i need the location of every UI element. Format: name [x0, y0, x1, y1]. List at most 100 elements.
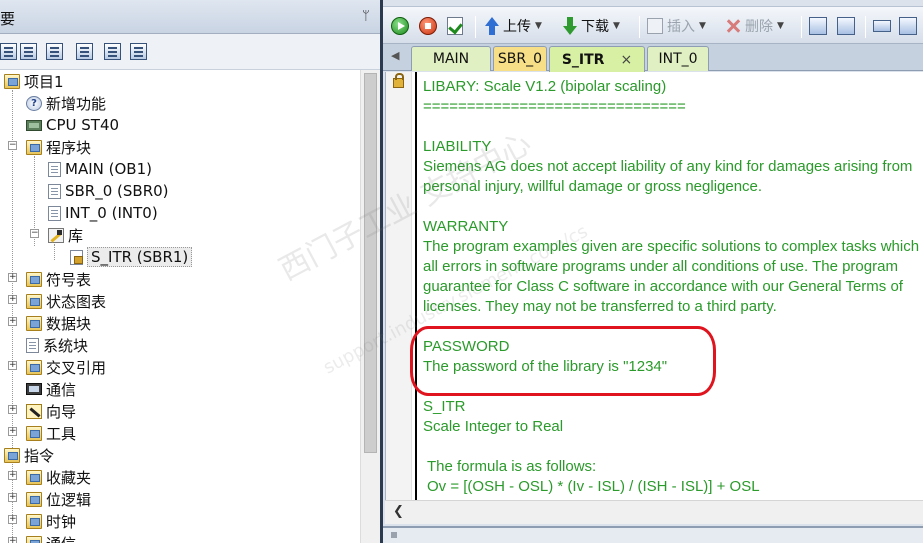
network-monitor-icon [26, 383, 42, 395]
window-button[interactable] [873, 13, 891, 39]
comment-line: The formula is as follows: [427, 458, 597, 475]
clock-icon [26, 513, 42, 529]
folder-icon [26, 491, 42, 507]
tree-item-int0[interactable]: INT_0 (INT0) [48, 202, 158, 224]
collapse-icon[interactable]: − [30, 229, 39, 238]
chevron-down-icon[interactable]: ▼ [777, 21, 784, 31]
close-icon[interactable]: × [620, 52, 632, 68]
tree-item-main[interactable]: MAIN (OB1) [48, 158, 152, 180]
password-highlight-annotation [410, 326, 716, 396]
tree-item-new-features[interactable]: ? 新增功能 [26, 92, 106, 114]
program-page-icon [48, 161, 61, 177]
tree-item-bit-logic[interactable]: 位逻辑 [26, 488, 91, 510]
program-page-icon [48, 183, 61, 199]
pin-icon[interactable]: ᛘ [362, 9, 370, 24]
comment-line: LIBARY: Scale V1.2 (bipolar scaling) [423, 78, 667, 95]
comment-line: Siemens AG does not accept liability of … [423, 158, 913, 175]
network-view-button[interactable] [837, 13, 855, 39]
tree-item-cross-ref[interactable]: 交叉引用 [26, 356, 106, 378]
tree-item-wizard[interactable]: 向导 [26, 400, 76, 422]
program-page-icon [48, 205, 61, 221]
split-button[interactable] [899, 13, 917, 39]
tree-item-instructions[interactable]: 指令 [4, 444, 54, 466]
tree-item-communication[interactable]: 通信 [26, 378, 76, 400]
expand-icon[interactable]: + [8, 295, 17, 304]
document-icon[interactable] [76, 43, 93, 60]
bottom-panel-header [383, 526, 923, 543]
comment-line: LIABILITY [423, 138, 492, 155]
expand-icon[interactable]: + [8, 405, 17, 414]
chevron-down-icon[interactable]: ▼ [535, 21, 542, 31]
tree-item-data-block[interactable]: 数据块 [26, 312, 91, 334]
tree-item-cpu[interactable]: CPU ST40 [26, 114, 119, 136]
tree-item-project[interactable]: 项目1 [4, 70, 64, 92]
editor-horizontal-scrollbar[interactable]: ❮ [385, 500, 923, 524]
folder-icon [26, 535, 42, 543]
folder-icon [26, 359, 42, 375]
network-button[interactable] [809, 13, 827, 39]
split-icon [899, 17, 917, 35]
editor-panel: 上传 ▼ 下载 ▼ 插入 ▼ 删除 ▼ ◀ MAIN SBR_0 S_ITR ×… [383, 0, 923, 543]
project-tree-panel: 要 ᛘ 项目1 ? 新增功能 CPU ST40 − 程序块 MAIN (OB1)… [0, 0, 380, 543]
table-icon[interactable] [46, 43, 63, 60]
tree-item-status-chart[interactable]: 状态图表 [26, 290, 106, 312]
tree-item-tools[interactable]: 工具 [26, 422, 76, 444]
chevron-down-icon[interactable]: ▼ [699, 21, 706, 31]
comment-line: Scale Integer to Real [423, 418, 564, 435]
tab-sbr0[interactable]: SBR_0 [493, 46, 547, 71]
code-editor[interactable]: LIBARY: Scale V1.2 (bipolar scaling) ===… [385, 72, 923, 500]
project-tree: 项目1 ? 新增功能 CPU ST40 − 程序块 MAIN (OB1) SBR… [0, 70, 360, 543]
comment-line: WARRANTY [423, 218, 509, 235]
monitor-icon[interactable] [130, 43, 147, 60]
upload-button[interactable]: 上传 ▼ [485, 13, 542, 39]
panel-icon [391, 532, 397, 538]
folder-icon [26, 315, 42, 331]
tab-int0[interactable]: INT_0 [647, 46, 709, 71]
compile-button[interactable] [447, 13, 463, 39]
expand-icon[interactable]: + [8, 515, 17, 524]
expand-icon[interactable]: + [8, 537, 17, 543]
comment-line: all errors in software programs under al… [423, 258, 898, 275]
chevron-left-icon[interactable]: ◀ [391, 49, 399, 62]
compile-icon [447, 17, 463, 35]
tree-item-s-itr[interactable]: S_ITR (SBR1) [70, 246, 193, 268]
tree-item-symbol-table[interactable]: 符号表 [26, 268, 91, 290]
download-button[interactable]: 下载 ▼ [563, 13, 620, 39]
expand-icon[interactable]: + [8, 317, 17, 326]
expand-icon[interactable]: + [8, 273, 17, 282]
tree-item-program-block[interactable]: 程序块 [26, 136, 91, 158]
insert-button[interactable]: 插入 ▼ [647, 13, 706, 39]
chevron-down-icon[interactable]: ▼ [613, 21, 620, 31]
run-button[interactable] [391, 13, 409, 39]
tree-item-library[interactable]: 库 [48, 224, 83, 246]
tree-item-clock[interactable]: 时钟 [26, 510, 76, 532]
expand-icon[interactable]: + [8, 361, 17, 370]
expand-icon[interactable]: + [8, 427, 17, 436]
grid-icon[interactable] [20, 43, 37, 60]
scrollbar-thumb[interactable] [364, 73, 377, 453]
upload-icon [485, 17, 499, 35]
tab-main[interactable]: MAIN [411, 46, 491, 71]
expand-icon[interactable]: + [8, 493, 17, 502]
tab-s-itr[interactable]: S_ITR × [549, 46, 645, 72]
comment-line: licenses. They may not be transferred to… [423, 298, 777, 315]
delete-button[interactable]: 删除 ▼ [725, 13, 784, 39]
folder-icon [26, 469, 42, 485]
collapse-icon[interactable]: − [8, 141, 17, 150]
comment-line: ============================== [423, 98, 686, 115]
view-icon[interactable] [0, 43, 17, 60]
system-block-icon [26, 337, 39, 353]
chevron-left-icon[interactable]: ❮ [393, 504, 404, 519]
stop-button[interactable] [419, 13, 437, 39]
wizard-icon [26, 403, 42, 419]
tree-item-favorites[interactable]: 收藏夹 [26, 466, 91, 488]
expand-icon[interactable]: + [8, 471, 17, 480]
tree-item-system-block[interactable]: 系统块 [26, 334, 88, 356]
main-toolbar: 上传 ▼ 下载 ▼ 插入 ▼ 删除 ▼ [383, 6, 923, 44]
tree-scrollbar[interactable] [360, 70, 380, 543]
tree-item-sbr0[interactable]: SBR_0 (SBR0) [48, 180, 169, 202]
form-icon[interactable] [104, 43, 121, 60]
window-icon [873, 20, 891, 32]
tree-item-communication2[interactable]: 通信 [26, 532, 76, 543]
locked-page-icon [70, 249, 83, 265]
